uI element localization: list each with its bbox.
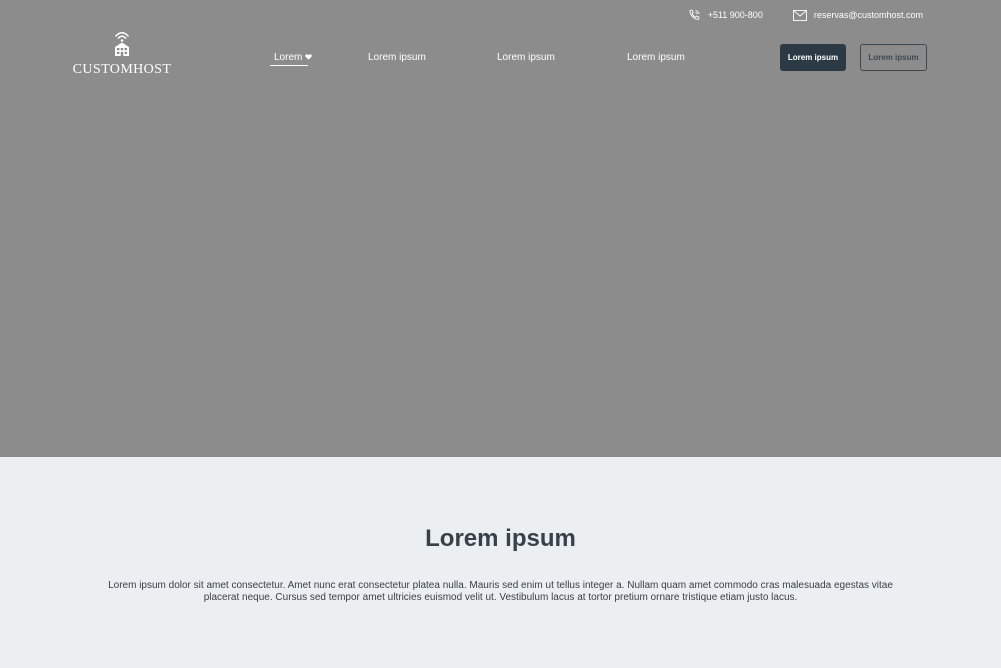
logo[interactable]: CUSTOMHOST	[73, 30, 171, 77]
email-address: reservas@customhost.com	[813, 10, 923, 20]
active-nav-underline	[270, 65, 308, 66]
nav-item-2[interactable]: Lorem ipsum	[368, 52, 426, 63]
section-description: Lorem ipsum dolor sit amet consectetur. …	[108, 580, 893, 603]
section-title: Lorem ipsum	[425, 525, 576, 552]
nav-item-4[interactable]: Lorem ipsum	[627, 52, 685, 63]
hotel-wifi-icon	[112, 30, 132, 62]
nav-item-label: Lorem	[274, 52, 303, 63]
secondary-button[interactable]: Lorem ipsum	[860, 44, 927, 71]
nav-item-label: Lorem ipsum	[497, 52, 555, 63]
phone-icon	[688, 9, 701, 21]
nav-item-label: Lorem ipsum	[627, 52, 685, 63]
email-contact[interactable]: reservas@customhost.com	[792, 9, 923, 21]
nav-item-1[interactable]: Lorem	[274, 52, 313, 65]
phone-number: +511 900-800	[707, 10, 763, 20]
primary-button[interactable]: Lorem ipsum	[780, 44, 846, 71]
nav-item-3[interactable]: Lorem ipsum	[497, 52, 555, 63]
contact-bar: +511 900-800 reservas@customhost.com	[688, 9, 923, 21]
mail-icon	[792, 9, 807, 21]
heart-icon	[305, 52, 313, 63]
phone-contact[interactable]: +511 900-800	[688, 9, 763, 21]
logo-text: CUSTOMHOST	[72, 62, 172, 77]
nav-item-label: Lorem ipsum	[368, 52, 426, 63]
